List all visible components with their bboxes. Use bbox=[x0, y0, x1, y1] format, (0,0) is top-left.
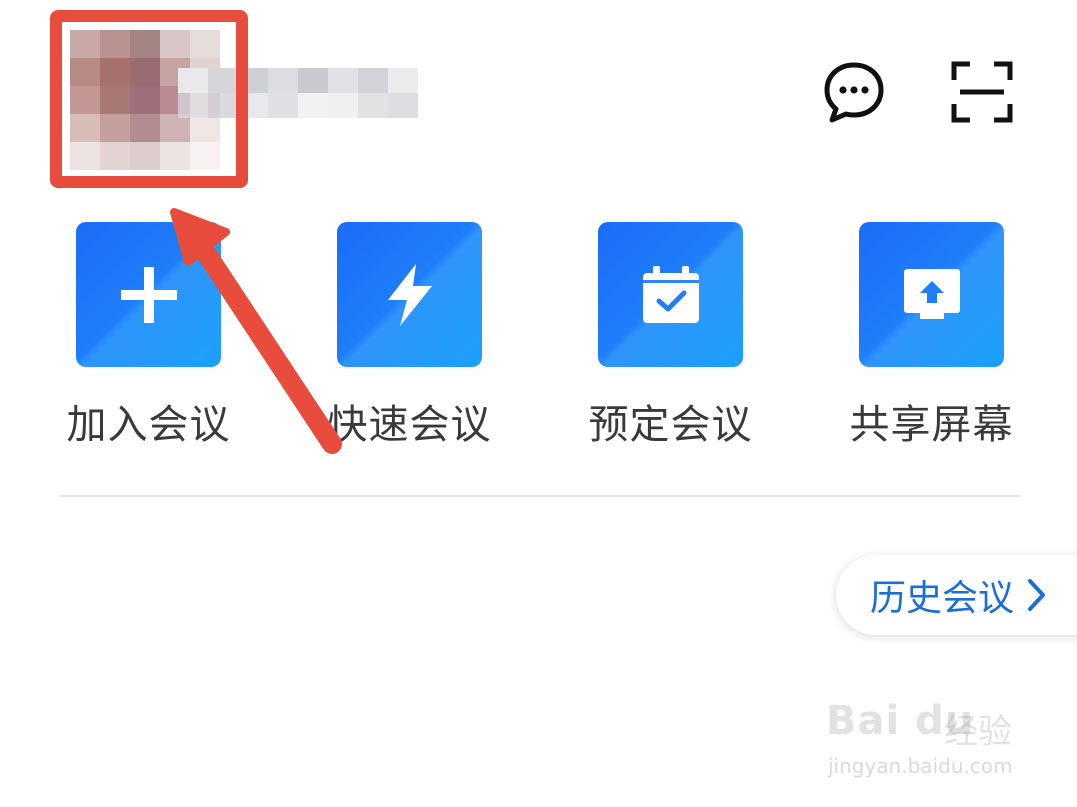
schedule-meeting-button[interactable]: 预定会议 bbox=[589, 222, 752, 452]
schedule-meeting-label: 预定会议 bbox=[588, 402, 753, 448]
chat-bubble-icon bbox=[824, 62, 884, 123]
watermark-url: jingyan.baidu.com bbox=[828, 754, 1013, 778]
history-meetings-button[interactable]: 历史会议 bbox=[836, 555, 1077, 635]
share-screen-label: 共享屏幕 bbox=[849, 402, 1014, 448]
calendar-check-icon bbox=[642, 265, 699, 323]
watermark-logo: Bai du bbox=[826, 698, 975, 744]
join-meeting-tile bbox=[76, 222, 221, 367]
lightning-icon bbox=[387, 263, 432, 326]
share-screen-tile bbox=[859, 222, 1004, 367]
section-divider bbox=[60, 495, 1020, 497]
quick-meeting-button[interactable]: 快速会议 bbox=[328, 222, 491, 452]
chevron-right-icon bbox=[1026, 578, 1048, 612]
username-blurred bbox=[178, 68, 418, 118]
quick-meeting-label: 快速会议 bbox=[327, 402, 492, 448]
schedule-meeting-tile bbox=[598, 222, 743, 367]
baidu-jingyan-watermark: Bai du 经验 jingyan.baidu.com bbox=[826, 690, 1026, 790]
quick-meeting-tile bbox=[337, 222, 482, 367]
share-screen-icon bbox=[903, 268, 960, 319]
scan-icon bbox=[951, 61, 1013, 123]
meeting-app-home: 加入会议 快速会议 预定会议 共享屏幕 历史会议 Bai du 经验 jingy… bbox=[0, 0, 1077, 807]
join-meeting-button[interactable]: 加入会议 bbox=[67, 222, 230, 452]
message-button[interactable] bbox=[820, 58, 888, 126]
join-meeting-label: 加入会议 bbox=[66, 402, 231, 448]
share-screen-button[interactable]: 共享屏幕 bbox=[850, 222, 1013, 452]
history-meetings-label: 历史会议 bbox=[870, 578, 1015, 619]
watermark-name: 经验 bbox=[944, 712, 1012, 752]
scan-button[interactable] bbox=[948, 58, 1016, 126]
plus-icon bbox=[120, 266, 177, 323]
